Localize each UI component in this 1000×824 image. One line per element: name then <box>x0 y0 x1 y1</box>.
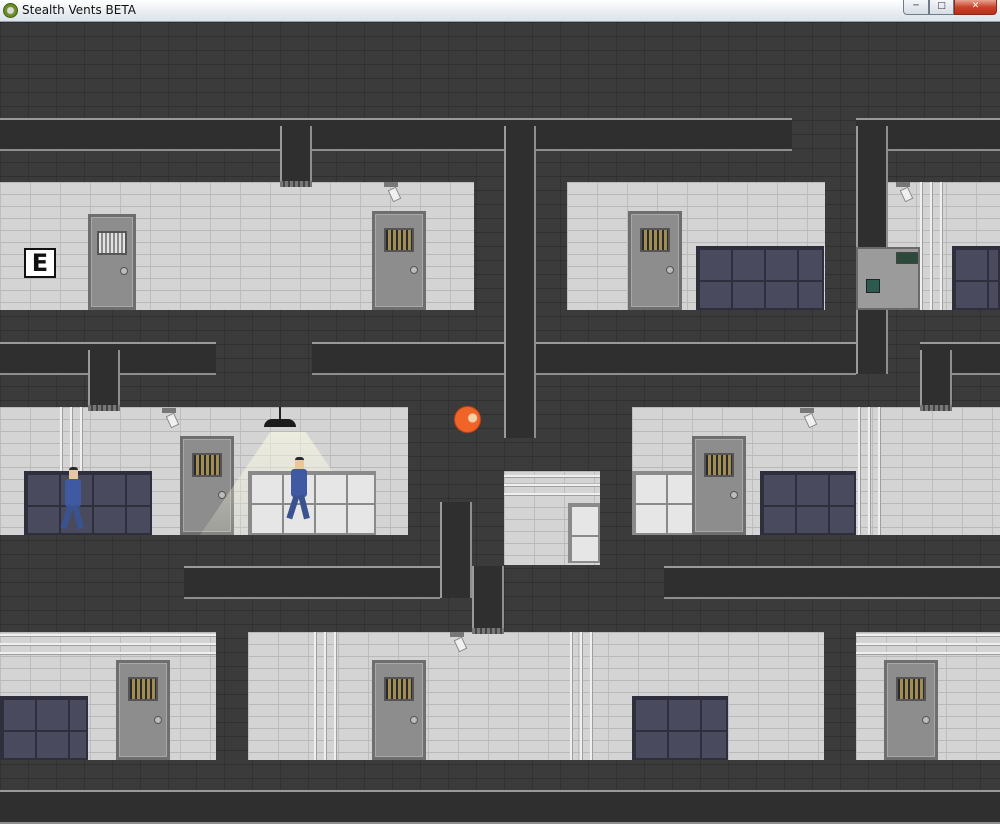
door-window <box>896 677 926 701</box>
door-knob <box>218 491 226 500</box>
app-gear-icon <box>3 3 18 18</box>
cell-door[interactable] <box>884 660 938 760</box>
vent-riser-right-2[interactable] <box>920 350 952 406</box>
locker-bank <box>632 696 728 760</box>
wall-pipes <box>314 632 342 760</box>
door-window <box>128 677 158 701</box>
security-camera-icon <box>450 632 464 650</box>
cell-door[interactable] <box>628 211 682 310</box>
wall-pipes <box>856 634 1000 660</box>
game-canvas[interactable]: E <box>0 22 1000 824</box>
patrolling-guard <box>60 467 86 533</box>
door-window <box>384 228 414 252</box>
vent-riser-left-1[interactable] <box>280 126 312 182</box>
wall-pipes <box>858 407 886 535</box>
filing-cabinets <box>632 471 696 535</box>
door-knob <box>410 266 418 275</box>
key-hint-sign: E <box>24 248 56 278</box>
door-knob <box>120 267 128 276</box>
wall-pipes <box>0 634 216 660</box>
door-knob <box>730 491 738 500</box>
vent-grate[interactable] <box>280 181 312 187</box>
vent-shaft-1b[interactable] <box>312 342 856 375</box>
vent-shaft-top[interactable] <box>0 118 792 151</box>
door-grate-window <box>97 231 127 255</box>
vent-riser-to-floor3[interactable] <box>472 566 504 630</box>
locker-bank <box>24 471 152 535</box>
security-camera-icon <box>384 182 398 200</box>
door-window <box>640 228 670 252</box>
door-knob <box>922 715 930 724</box>
cell-door[interactable] <box>692 436 746 535</box>
door-window <box>192 453 222 477</box>
window-title: Stealth Vents BETA <box>22 3 136 17</box>
cell-door[interactable] <box>372 211 426 310</box>
vent-shaft-2b[interactable] <box>664 566 1000 599</box>
window-titlebar[interactable]: Stealth Vents BETA ─ □ ✕ <box>0 0 1000 22</box>
door-knob <box>154 715 162 724</box>
wall-pipes <box>570 632 598 760</box>
filing-cabinets <box>248 471 376 535</box>
security-camera-icon <box>896 182 910 200</box>
cell-door-grated[interactable] <box>88 214 136 310</box>
locker-bank <box>696 246 824 310</box>
vent-grate[interactable] <box>472 628 504 634</box>
cell-door[interactable] <box>116 660 170 760</box>
wall-pipes <box>60 407 86 471</box>
vent-grate[interactable] <box>88 405 120 411</box>
vent-riser-left-2[interactable] <box>88 350 120 406</box>
minimize-button[interactable]: ─ <box>903 0 929 15</box>
locker-bank <box>760 471 856 535</box>
door-knob <box>410 715 418 724</box>
vent-shaft-bottom[interactable] <box>0 790 1000 824</box>
vent-riser-mid-lower[interactable] <box>440 502 472 598</box>
door-knob <box>666 266 674 275</box>
key-hint-label: E <box>31 249 49 277</box>
door-window <box>384 677 414 701</box>
security-panel[interactable] <box>856 247 920 310</box>
door-window <box>704 453 734 477</box>
patrolling-guard-lit <box>286 457 312 533</box>
maximize-button[interactable]: □ <box>929 0 954 15</box>
close-button[interactable]: ✕ <box>954 0 997 15</box>
security-camera-icon <box>800 408 814 426</box>
wall-pipes <box>920 182 950 310</box>
filing-cabinet <box>568 503 600 563</box>
player-prisoner[interactable] <box>454 406 484 436</box>
vent-grate[interactable] <box>920 405 952 411</box>
wall-pipes <box>504 475 600 499</box>
locker-bank <box>0 696 88 760</box>
vent-shaft-2[interactable] <box>184 566 440 599</box>
cell-door[interactable] <box>372 660 426 760</box>
vent-riser-central[interactable] <box>504 126 536 438</box>
locker-bank <box>952 246 1000 310</box>
security-camera-icon <box>162 408 176 426</box>
